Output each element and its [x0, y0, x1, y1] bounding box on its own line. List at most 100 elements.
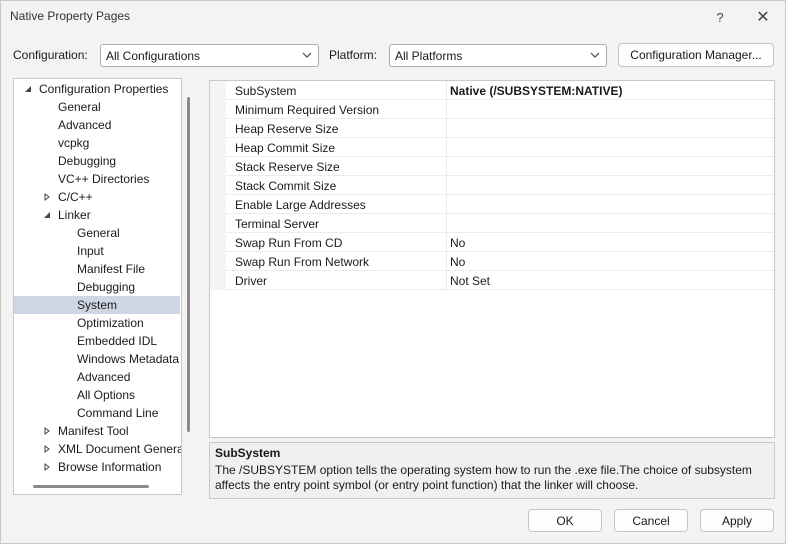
- configuration-manager-button[interactable]: Configuration Manager...: [618, 43, 774, 67]
- collapsed-triangle-icon[interactable]: [41, 422, 53, 440]
- tree-item-label: Input: [77, 244, 104, 258]
- row-gutter: [210, 214, 226, 233]
- tree-item-label: General: [58, 100, 101, 114]
- property-value[interactable]: Native (/SUBSYSTEM:NATIVE): [450, 84, 622, 98]
- tree-item[interactable]: Input: [14, 242, 180, 260]
- property-name: SubSystem: [235, 84, 297, 98]
- column-divider: [446, 176, 447, 195]
- tree-item-label: Advanced: [58, 118, 112, 132]
- expanded-triangle-icon[interactable]: [41, 206, 53, 224]
- tree-item[interactable]: Embedded IDL: [14, 332, 180, 350]
- row-gutter: [210, 81, 226, 100]
- row-gutter: [210, 252, 226, 271]
- row-gutter: [210, 157, 226, 176]
- tree-item-label: Debugging: [58, 154, 117, 168]
- collapsed-triangle-icon[interactable]: [41, 458, 53, 476]
- row-gutter: [210, 233, 226, 252]
- tree-item[interactable]: System: [14, 296, 180, 314]
- tree-item[interactable]: Linker: [14, 206, 180, 224]
- tree-item[interactable]: XML Document Genera: [14, 440, 182, 458]
- tree-item-label: Advanced: [77, 370, 131, 384]
- tree-item[interactable]: Browse Information: [14, 458, 180, 476]
- tree-item-label: C/C++: [58, 190, 93, 204]
- tree-item[interactable]: Manifest Tool: [14, 422, 180, 440]
- property-row[interactable]: Swap Run From CD No: [210, 233, 774, 252]
- collapsed-triangle-icon[interactable]: [41, 188, 53, 206]
- tree-item[interactable]: vcpkg: [14, 134, 180, 152]
- collapsed-triangle-icon[interactable]: [41, 440, 53, 458]
- tree-item-label: XML Document Genera: [58, 442, 182, 456]
- property-name: Swap Run From Network: [235, 255, 370, 269]
- tree-item-label: vcpkg: [58, 136, 90, 150]
- property-row[interactable]: Heap Commit Size: [210, 138, 774, 157]
- tree-item[interactable]: Advanced: [14, 368, 180, 386]
- property-row[interactable]: Driver Not Set: [210, 271, 774, 290]
- tree-item-label: Browse Information: [58, 460, 162, 474]
- description-panel: SubSystem The /SUBSYSTEM option tells th…: [209, 442, 775, 499]
- tree-item[interactable]: C/C++: [14, 188, 180, 206]
- tree-item[interactable]: Windows Metadata: [14, 350, 180, 368]
- tree-item[interactable]: Optimization: [14, 314, 180, 332]
- tree-item[interactable]: All Options: [14, 386, 180, 404]
- platform-label: Platform:: [329, 48, 378, 62]
- tree-item-label: Manifest File: [77, 262, 146, 276]
- window-title: Native Property Pages: [10, 9, 131, 23]
- column-divider: [446, 138, 447, 157]
- expanded-triangle-icon[interactable]: [22, 80, 34, 98]
- close-button[interactable]: ✕: [752, 6, 774, 28]
- row-gutter: [210, 271, 226, 290]
- tree-item[interactable]: VC++ Directories: [14, 170, 180, 188]
- property-value[interactable]: Not Set: [450, 274, 490, 288]
- property-row[interactable]: Heap Reserve Size: [210, 119, 774, 138]
- ok-button[interactable]: OK: [528, 509, 602, 532]
- apply-button[interactable]: Apply: [700, 509, 774, 532]
- property-row[interactable]: Minimum Required Version: [210, 100, 774, 119]
- platform-dropdown[interactable]: All Platforms: [389, 44, 607, 67]
- configuration-dropdown[interactable]: All Configurations: [100, 44, 319, 67]
- chevron-down-icon: [590, 52, 600, 58]
- column-divider: [446, 195, 447, 214]
- tree-item[interactable]: Advanced: [14, 116, 180, 134]
- property-pages-dialog: Native Property Pages ? ✕ Configuration:…: [0, 0, 786, 544]
- property-name: Stack Reserve Size: [235, 160, 340, 174]
- tree-item[interactable]: General: [14, 224, 180, 242]
- column-divider: [446, 252, 447, 271]
- cancel-button[interactable]: Cancel: [614, 509, 688, 532]
- property-name: Heap Reserve Size: [235, 122, 339, 136]
- row-gutter: [210, 176, 226, 195]
- tree-item[interactable]: General: [14, 98, 180, 116]
- tree-horizontal-scrollbar[interactable]: [33, 485, 149, 488]
- platform-value: All Platforms: [395, 49, 463, 63]
- property-row[interactable]: Enable Large Addresses: [210, 195, 774, 214]
- row-gutter: [210, 138, 226, 157]
- tree-item-label: All Options: [77, 388, 136, 402]
- property-name: Driver: [235, 274, 267, 288]
- property-name: Stack Commit Size: [235, 179, 337, 193]
- tree-vertical-scrollbar[interactable]: [187, 97, 190, 432]
- tree-item[interactable]: Configuration Properties: [14, 80, 180, 98]
- property-row[interactable]: Stack Commit Size: [210, 176, 774, 195]
- tree-item[interactable]: Command Line: [14, 404, 180, 422]
- tree-item-label: Debugging: [77, 280, 136, 294]
- property-value[interactable]: No: [450, 255, 465, 269]
- property-row[interactable]: Swap Run From Network No: [210, 252, 774, 271]
- property-name: Enable Large Addresses: [235, 198, 366, 212]
- property-row[interactable]: Terminal Server: [210, 214, 774, 233]
- tree-item[interactable]: Debugging: [14, 152, 180, 170]
- column-divider: [446, 157, 447, 176]
- column-divider: [446, 81, 447, 100]
- help-button[interactable]: ?: [709, 6, 731, 28]
- column-divider: [446, 100, 447, 119]
- property-value[interactable]: No: [450, 236, 465, 250]
- property-row[interactable]: Stack Reserve Size: [210, 157, 774, 176]
- row-gutter: [210, 195, 226, 214]
- tree-item-label: Manifest Tool: [58, 424, 129, 438]
- property-row[interactable]: SubSystem Native (/SUBSYSTEM:NATIVE): [210, 81, 774, 100]
- chevron-down-icon: [302, 52, 312, 58]
- description-title: SubSystem: [215, 446, 281, 460]
- tree-item-label: Optimization: [77, 316, 144, 330]
- tree-item[interactable]: Manifest File: [14, 260, 180, 278]
- tree-item-label: General: [77, 226, 120, 240]
- tree-item[interactable]: Debugging: [14, 278, 180, 296]
- column-divider: [446, 233, 447, 252]
